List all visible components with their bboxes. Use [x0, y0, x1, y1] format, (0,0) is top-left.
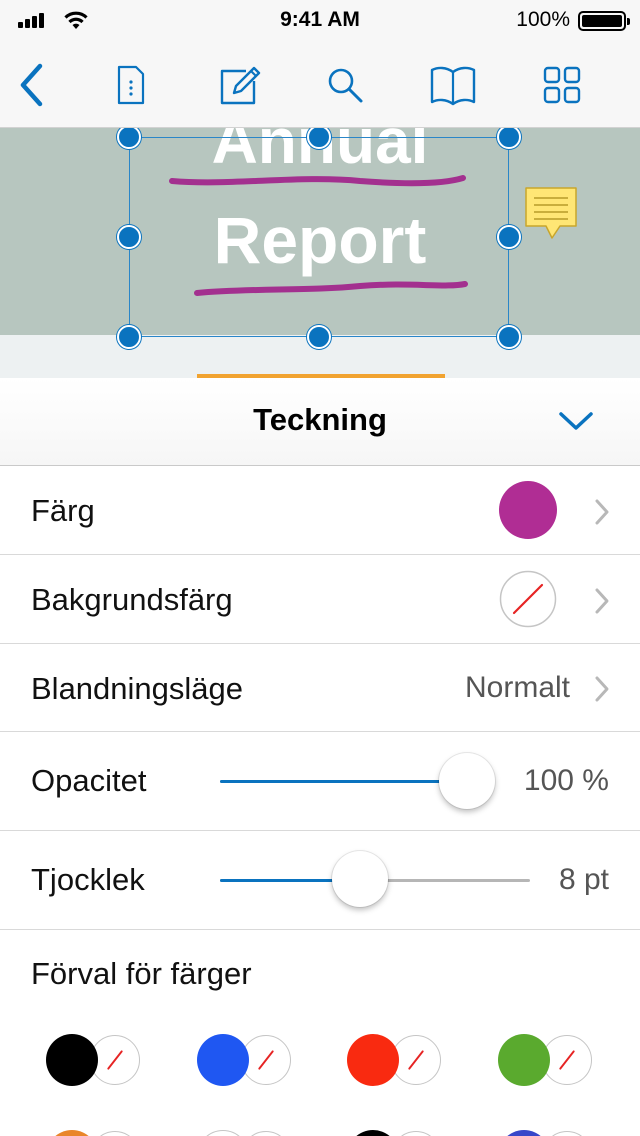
- chevron-right-icon: [595, 676, 609, 702]
- back-chevron-icon[interactable]: [6, 60, 56, 110]
- document-canvas[interactable]: Annual Report: [0, 128, 640, 378]
- no-color-swatch-icon[interactable]: [499, 570, 557, 628]
- edit-pencil-icon[interactable]: [215, 60, 265, 110]
- resize-handle-bottom[interactable]: [307, 325, 331, 349]
- preset-white[interactable]: [197, 1130, 293, 1136]
- status-bar: 9:41 AM 100%: [0, 0, 640, 40]
- panel-title: Teckning: [253, 402, 387, 437]
- opacity-row: Opacitet 100 %: [0, 732, 640, 831]
- resize-handle-right[interactable]: [497, 225, 521, 249]
- resize-handle-left[interactable]: [117, 225, 141, 249]
- blend-mode-row[interactable]: Blandningsläge Normalt: [0, 644, 640, 732]
- opacity-label: Opacitet: [31, 763, 147, 798]
- opacity-slider-thumb[interactable]: [439, 753, 495, 809]
- color-presets: Förval för färger: [0, 930, 640, 1136]
- background-color-label: Bakgrundsfärg: [31, 582, 233, 617]
- thickness-slider-thumb[interactable]: [332, 851, 388, 907]
- opacity-value: 100 %: [523, 764, 609, 797]
- color-label: Färg: [31, 493, 95, 528]
- battery-percent: 100%: [516, 8, 570, 31]
- thickness-value: 8 pt: [558, 863, 609, 896]
- blend-mode-value: Normalt: [464, 671, 570, 704]
- battery-icon: [578, 11, 630, 31]
- preset-indigo[interactable]: [498, 1130, 594, 1136]
- color-row[interactable]: Färg: [0, 466, 640, 555]
- preset-green[interactable]: [498, 1034, 594, 1088]
- search-icon[interactable]: [320, 60, 370, 110]
- thickness-row: Tjocklek 8 pt: [0, 831, 640, 930]
- chevron-right-icon: [595, 499, 609, 525]
- preset-black-2[interactable]: [347, 1130, 443, 1136]
- panel-header: Teckning: [0, 378, 640, 466]
- selection-box: [129, 137, 509, 337]
- document-outline-icon[interactable]: [106, 60, 156, 110]
- preset-blue[interactable]: [197, 1034, 293, 1088]
- preset-black[interactable]: [46, 1034, 142, 1088]
- preset-orange[interactable]: [46, 1130, 142, 1136]
- grid-icon[interactable]: [537, 60, 587, 110]
- resize-handle-bottom-left[interactable]: [117, 325, 141, 349]
- preset-red[interactable]: [347, 1034, 443, 1088]
- opacity-slider-fill: [220, 780, 468, 783]
- book-icon[interactable]: [428, 60, 478, 110]
- background-color-row[interactable]: Bakgrundsfärg: [0, 555, 640, 644]
- collapse-chevron-icon[interactable]: [556, 406, 596, 436]
- thickness-label: Tjocklek: [31, 862, 145, 897]
- resize-handle-bottom-right[interactable]: [497, 325, 521, 349]
- blend-mode-label: Blandningsläge: [31, 671, 244, 706]
- presets-label: Förval för färger: [31, 956, 252, 991]
- note-icon[interactable]: [524, 186, 578, 242]
- toolbar: [0, 40, 640, 128]
- chevron-right-icon: [595, 588, 609, 614]
- color-swatch[interactable]: [499, 481, 557, 539]
